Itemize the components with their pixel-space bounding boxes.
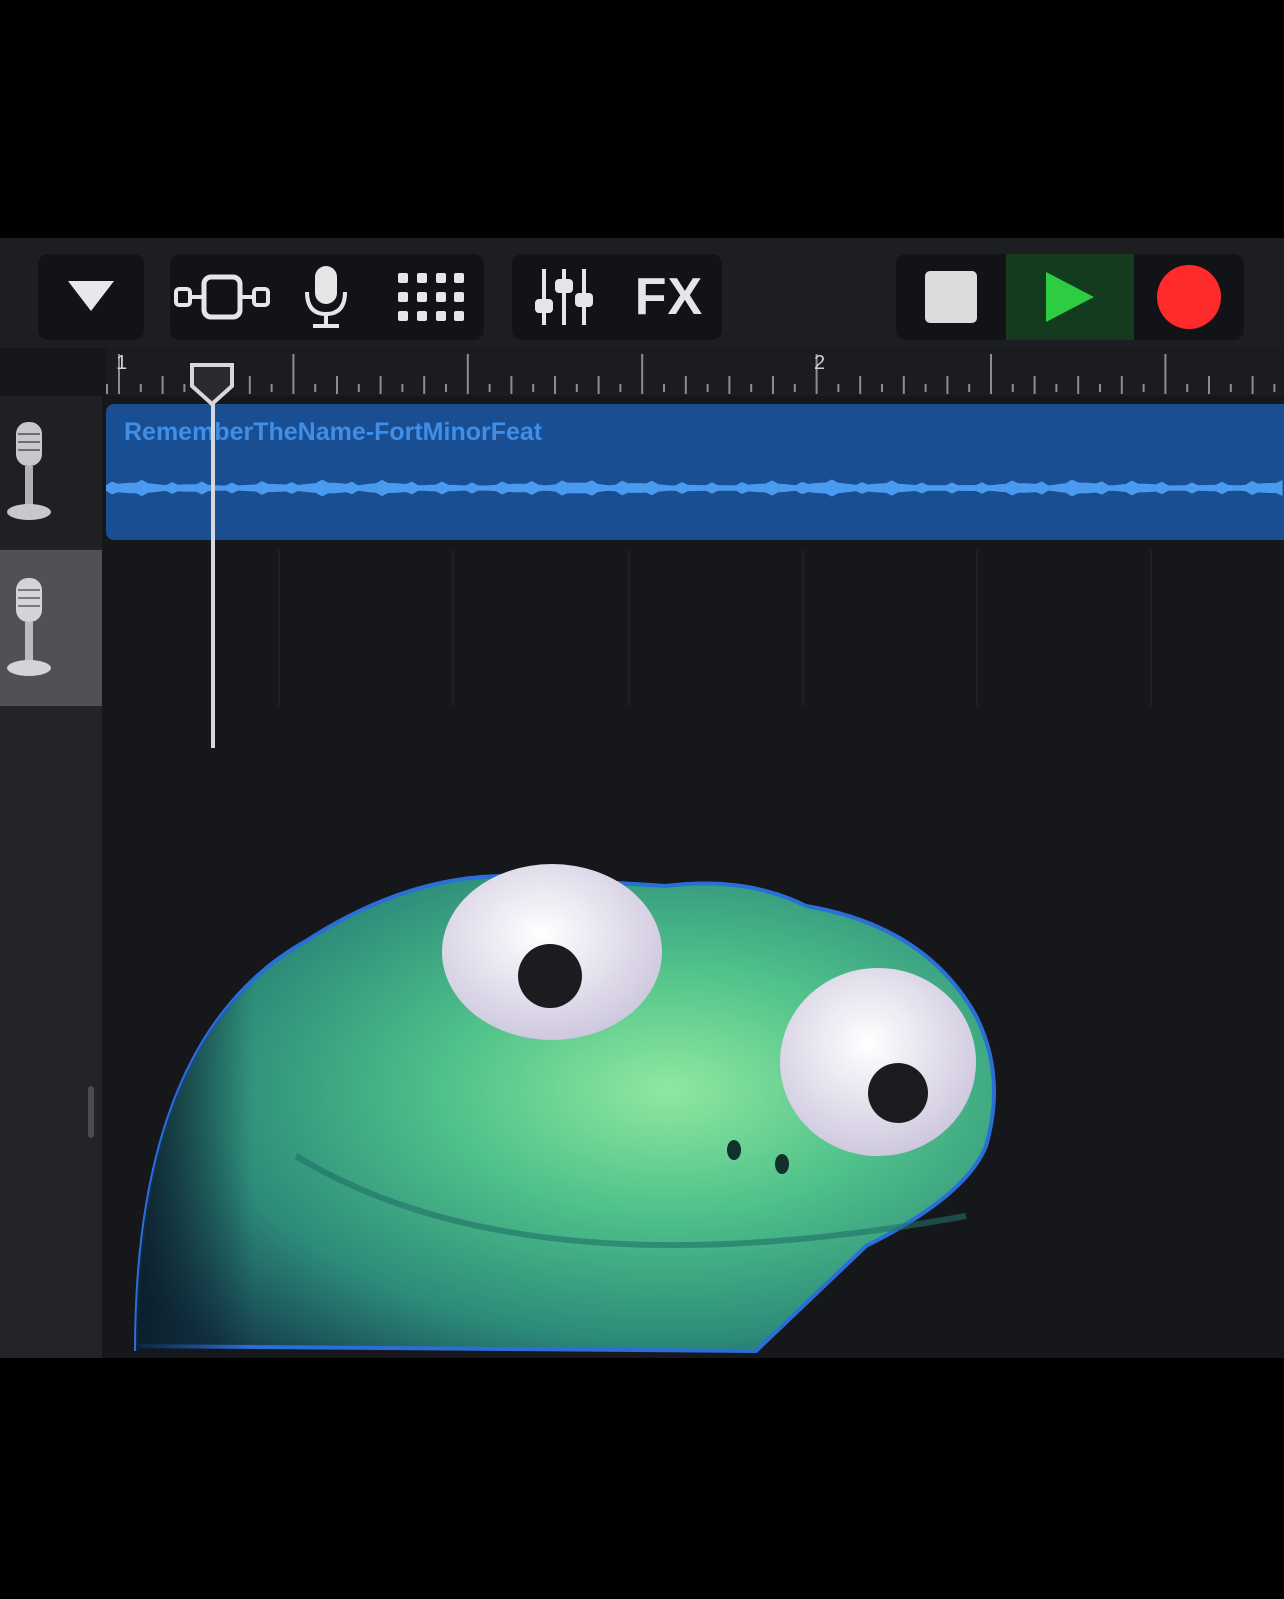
mixer-icon [535,269,593,325]
menu-group [38,254,144,340]
ruler-tick [1273,384,1276,392]
frog-illustration [134,864,996,1354]
track-header-1[interactable] [0,396,102,548]
ruler-tick [641,354,644,394]
ruler-tick [554,376,556,394]
record-icon [1157,265,1221,329]
ruler-tick [684,376,687,394]
grid-icon [398,273,464,321]
ruler-tick [183,384,186,392]
ruler-tick [575,384,578,392]
resize-handle[interactable] [88,1086,94,1138]
ruler-tick [1011,384,1014,392]
track-header-2[interactable] [0,550,102,706]
mix-group: FX [512,254,722,340]
daw-app: FX 1 2 RememberTheName-FortMinorFeat [0,238,1284,1358]
ruler-tick [902,376,905,394]
ruler-tick [532,384,535,392]
play-button[interactable] [1006,254,1134,340]
fx-button[interactable]: FX [616,254,722,340]
ruler-ticks [106,354,1276,394]
microphone-icon [305,266,347,328]
playhead-knob-icon[interactable] [189,362,235,406]
ruler-tick [466,354,469,394]
ruler-tick [1099,384,1101,392]
transport-group [896,254,1244,340]
ruler-tick [1055,384,1058,392]
ruler-tick [1251,376,1254,394]
track-lanes[interactable]: RememberTheName-FortMinorFeat [106,363,1284,1358]
ruler-tick [859,376,862,394]
ruler-tick [924,384,927,392]
stop-button[interactable] [896,254,1006,340]
ruler-tick [1142,384,1145,392]
ruler-tick [510,376,513,394]
ruler-tick [990,354,992,394]
record-button[interactable] [1134,254,1244,340]
ruler-tick [1208,376,1210,394]
ruler-tick [1077,376,1080,394]
stop-icon [925,271,977,323]
ruler-tick [1229,384,1232,392]
tracks-view-button[interactable] [170,254,274,340]
ruler-tick [750,384,753,392]
mixer-button[interactable] [512,254,616,340]
ruler-tick [270,384,273,392]
microphone-button[interactable] [274,254,378,340]
ruler-tick [619,384,622,392]
microphone-icon [7,578,51,676]
ruler-tick [946,376,949,394]
ruler-tick [423,376,426,394]
ruler-tick [1186,384,1189,392]
ruler-tick [1120,376,1123,394]
ruler-tick [1164,354,1167,394]
menu-dropdown-icon [68,281,114,311]
ruler-tick [1033,376,1036,394]
ruler-tick [357,384,360,392]
ruler-tick [401,384,404,392]
ruler-tick [336,376,338,394]
view-group [170,254,484,340]
grid-button[interactable] [378,254,484,340]
ruler-tick [837,384,840,392]
ruler-tick [488,384,491,392]
ruler-tick [379,376,382,394]
timeline-ruler[interactable]: 1 2 [106,348,1284,396]
track-headers [0,396,102,1358]
ruler-tick [706,384,709,392]
ruler-tick [881,384,883,392]
menu-dropdown-button[interactable] [38,254,144,340]
ruler-tick [968,384,971,392]
toolbar: FX [0,238,1284,348]
ruler-tick [793,384,796,392]
ruler-tick [314,384,317,392]
ruler-tick [663,384,665,392]
fx-label: FX [634,268,704,326]
ruler-tick [292,354,295,394]
ruler-tick [597,376,600,394]
bar-number-1: 1 [116,352,128,374]
ruler-tick [248,376,251,394]
ruler-tick [139,384,142,392]
ruler-tick [728,376,731,394]
ruler-tick [161,376,164,394]
ruler-tick [445,384,447,392]
bar-number-2: 2 [814,352,826,374]
play-icon [1046,272,1094,322]
tracks-view-icon [174,274,270,320]
microphone-icon [7,422,51,520]
ruler-tick [772,376,774,394]
